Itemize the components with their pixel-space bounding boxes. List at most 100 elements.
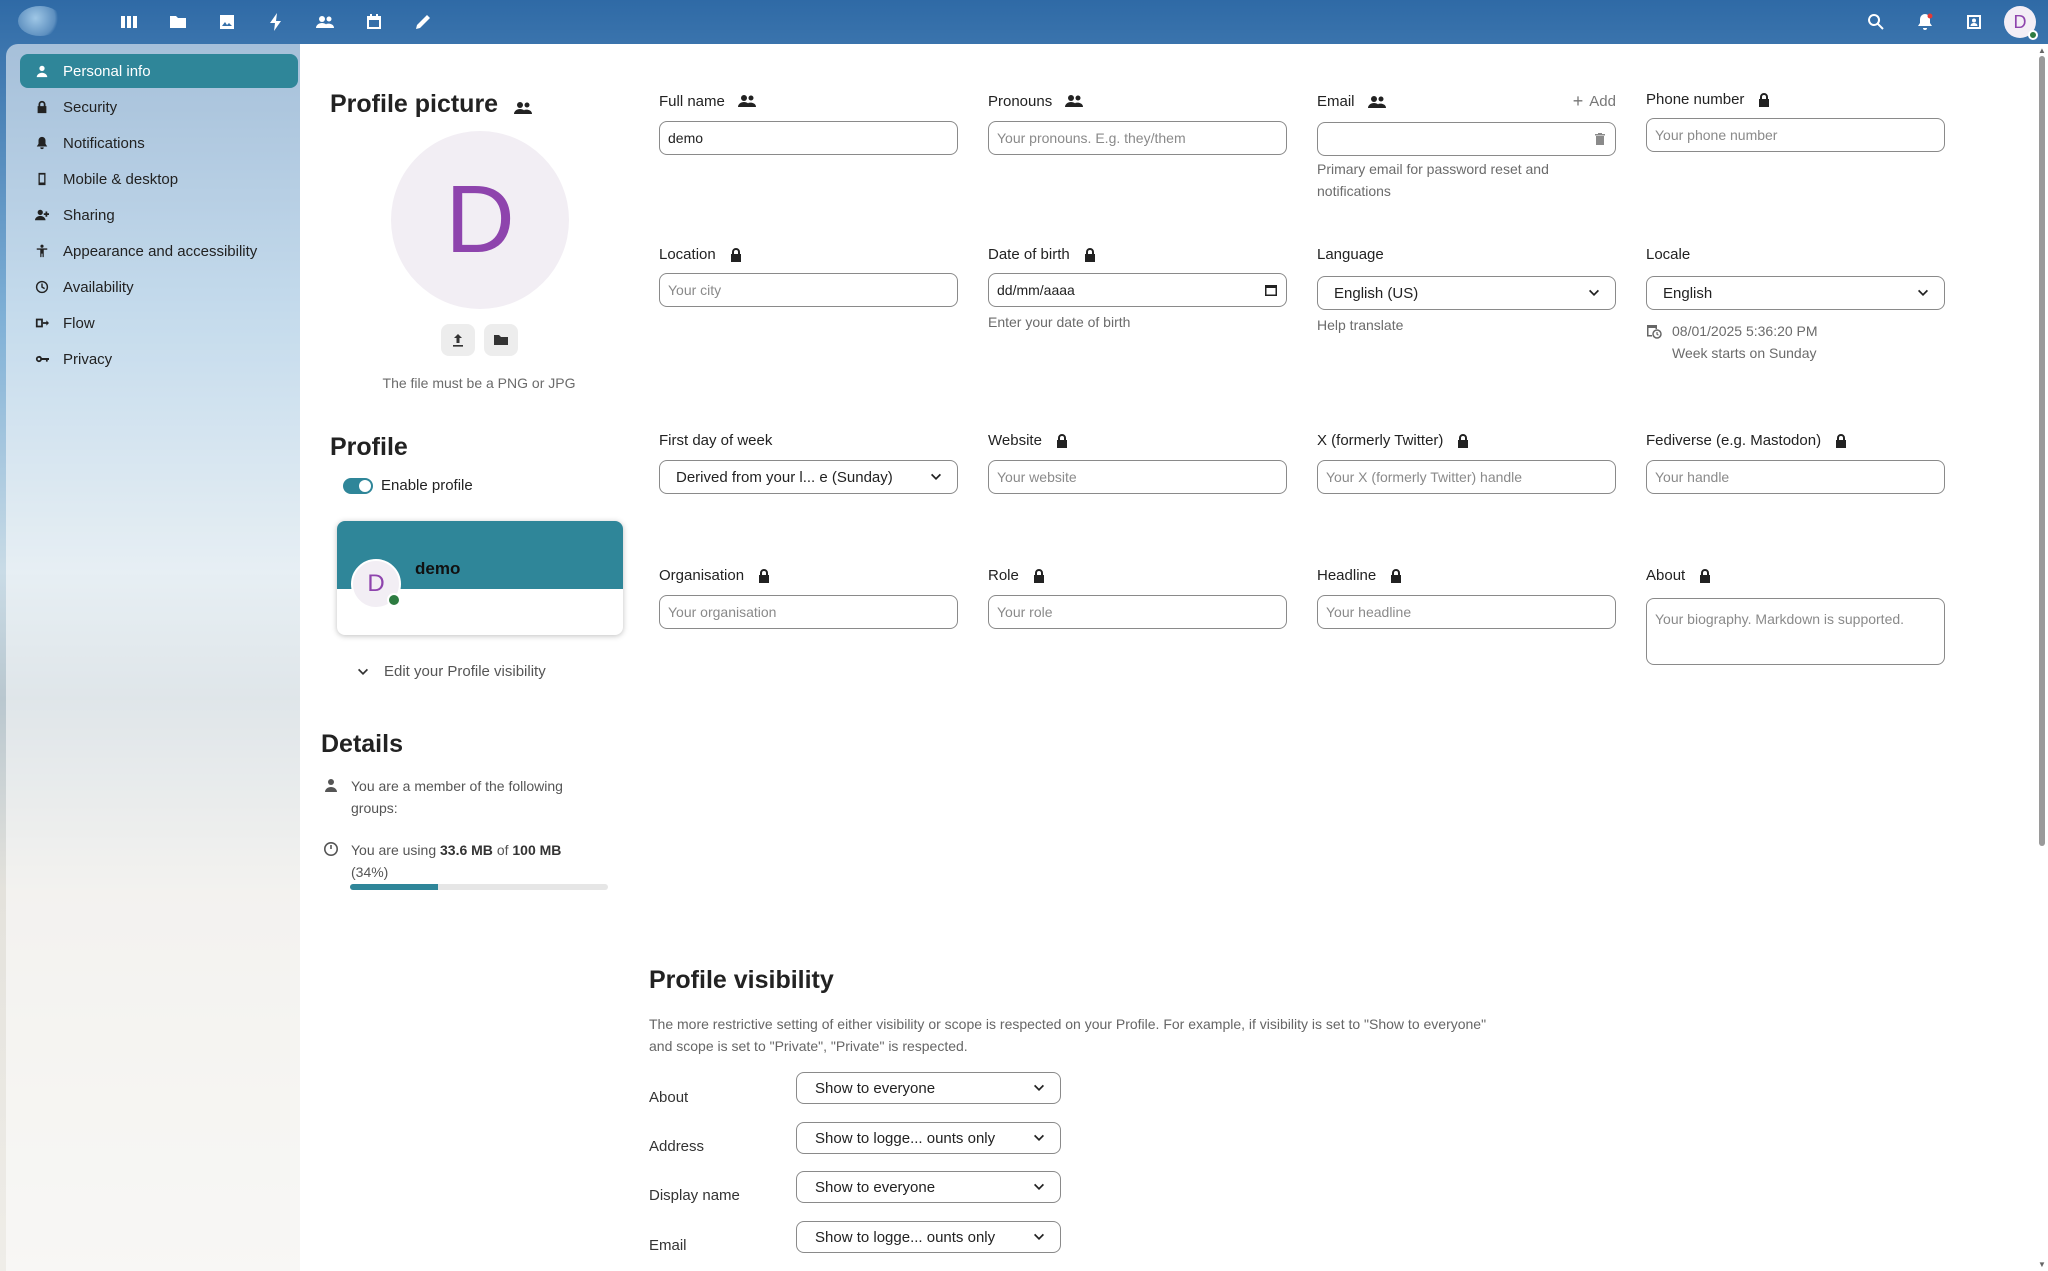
settings-sidebar: Personal info Security Notifications Mob…: [6, 44, 300, 1271]
first-day-field: First day of week Derived from your l...…: [659, 432, 958, 494]
sidebar-item-security[interactable]: Security: [20, 90, 298, 124]
choose-from-files-button[interactable]: [484, 324, 518, 356]
field-label: First day of week: [659, 432, 958, 449]
visibility-select-display-name[interactable]: Show to everyone: [796, 1171, 1061, 1203]
date-of-birth-input[interactable]: dd/mm/aaaa: [988, 273, 1287, 307]
pronouns-input[interactable]: Your pronouns. E.g. they/them: [988, 121, 1287, 155]
activity-icon[interactable]: [251, 0, 300, 44]
calendar-icon[interactable]: [1264, 283, 1278, 297]
chevron-down-icon: [1032, 1131, 1046, 1145]
photos-icon[interactable]: [202, 0, 251, 44]
locale-select[interactable]: English: [1646, 276, 1945, 310]
lock-icon[interactable]: [1833, 433, 1849, 449]
users-icon[interactable]: [737, 91, 757, 111]
field-label: Organisation: [659, 567, 958, 584]
select-value: Show to logge... ounts only: [815, 1129, 996, 1147]
visibility-select-about[interactable]: Show to everyone: [796, 1072, 1061, 1104]
lock-icon[interactable]: [1455, 433, 1471, 449]
lock-icon[interactable]: [1082, 247, 1098, 263]
sidebar-item-mobile-desktop[interactable]: Mobile & desktop: [20, 162, 298, 196]
scroll-down-icon[interactable]: ▼: [2038, 1260, 2046, 1269]
sidebar-item-appearance[interactable]: Appearance and accessibility: [20, 234, 298, 268]
email-input[interactable]: [1317, 122, 1616, 156]
files-icon[interactable]: [153, 0, 202, 44]
sidebar-item-notifications[interactable]: Notifications: [20, 126, 298, 160]
trash-icon[interactable]: [1593, 132, 1607, 146]
sidebar-item-label: Availability: [63, 278, 134, 296]
full-name-input[interactable]: demo: [659, 121, 958, 155]
clock-icon: [34, 279, 50, 295]
field-label: About: [1646, 567, 1945, 584]
scroll-up-icon[interactable]: ▲: [2038, 46, 2046, 55]
role-field: Role Your role: [988, 567, 1287, 629]
lock-icon[interactable]: [1756, 92, 1772, 108]
avatar-letter: D: [2013, 11, 2027, 32]
sidebar-item-privacy[interactable]: Privacy: [20, 342, 298, 376]
visibility-select-email[interactable]: Show to logge... ounts only: [796, 1221, 1061, 1253]
about-textarea[interactable]: Your biography. Markdown is supported.: [1646, 598, 1945, 665]
users-icon[interactable]: [1064, 91, 1084, 111]
sidebar-item-personal-info[interactable]: Personal info: [20, 54, 298, 88]
main-scrollbar[interactable]: ▲ ▼: [2036, 44, 2048, 1271]
user-avatar-button[interactable]: D: [2004, 6, 2038, 40]
language-select[interactable]: English (US): [1317, 276, 1616, 310]
folder-icon: [493, 332, 509, 348]
field-label: Fediverse (e.g. Mastodon): [1646, 432, 1945, 449]
website-input[interactable]: Your website: [988, 460, 1287, 494]
users-icon[interactable]: [513, 98, 533, 118]
lock-icon[interactable]: [1054, 433, 1070, 449]
first-day-select[interactable]: Derived from your l... e (Sunday): [659, 460, 958, 494]
profile-preview-card[interactable]: D demo: [337, 521, 623, 635]
sidebar-item-label: Flow: [63, 314, 95, 332]
notifications-icon[interactable]: [1900, 0, 1949, 44]
lock-icon[interactable]: [1031, 568, 1047, 584]
flow-icon: [34, 315, 50, 331]
locale-helper: 08/01/2025 5:36:20 PM Week starts on Sun…: [1672, 320, 1818, 364]
field-label: X (formerly Twitter): [1317, 432, 1616, 449]
edit-visibility-toggle[interactable]: Edit your Profile visibility: [356, 663, 546, 680]
search-icon[interactable]: [1851, 0, 1900, 44]
label-text: Full name: [659, 92, 725, 110]
locale-info: 08/01/2025 5:36:20 PM Week starts on Sun…: [1646, 320, 1945, 364]
sidebar-item-label: Sharing: [63, 206, 115, 224]
calendar-icon[interactable]: [349, 0, 398, 44]
contacts-menu-icon[interactable]: [1949, 0, 1998, 44]
users-icon[interactable]: [1367, 92, 1387, 112]
scrollbar-thumb[interactable]: [2039, 56, 2045, 846]
role-input[interactable]: Your role: [988, 595, 1287, 629]
location-input[interactable]: Your city: [659, 273, 958, 307]
lock-icon[interactable]: [756, 568, 772, 584]
profile-avatar: D: [391, 131, 569, 309]
help-translate-link[interactable]: Help translate: [1317, 314, 1616, 336]
sidebar-item-sharing[interactable]: Sharing: [20, 198, 298, 232]
nextcloud-logo[interactable]: [18, 6, 62, 36]
dob-helper: Enter your date of birth: [988, 314, 1131, 330]
lock-icon[interactable]: [1697, 568, 1713, 584]
add-email-button[interactable]: + Add: [1573, 91, 1616, 112]
language-field: Language English (US) Help translate: [1317, 246, 1616, 336]
dashboard-icon[interactable]: [104, 0, 153, 44]
headline-input[interactable]: Your headline: [1317, 595, 1616, 629]
contacts-icon[interactable]: [300, 0, 349, 44]
lock-icon[interactable]: [728, 247, 744, 263]
lock-icon[interactable]: [1388, 568, 1404, 584]
twitter-input[interactable]: Your X (formerly Twitter) handle: [1317, 460, 1616, 494]
sidebar-item-availability[interactable]: Availability: [20, 270, 298, 304]
enable-profile-toggle[interactable]: [343, 477, 373, 494]
organisation-input[interactable]: Your organisation: [659, 595, 958, 629]
chevron-down-icon: [1032, 1230, 1046, 1244]
label-text: Location: [659, 246, 716, 263]
top-bar: D: [0, 0, 2048, 44]
profile-picture-heading: Profile picture: [330, 90, 533, 119]
usage-used: 33.6 MB: [440, 842, 493, 858]
notes-icon[interactable]: [398, 0, 447, 44]
upload-button[interactable]: [441, 324, 475, 356]
share-icon: [34, 207, 50, 223]
sidebar-item-flow[interactable]: Flow: [20, 306, 298, 340]
phone-input[interactable]: Your phone number: [1646, 118, 1945, 152]
visibility-select-address[interactable]: Show to logge... ounts only: [796, 1122, 1061, 1154]
field-label: Pronouns: [988, 91, 1287, 111]
location-field: Location Your city: [659, 246, 958, 307]
upload-icon: [450, 332, 466, 348]
fediverse-input[interactable]: Your handle: [1646, 460, 1945, 494]
